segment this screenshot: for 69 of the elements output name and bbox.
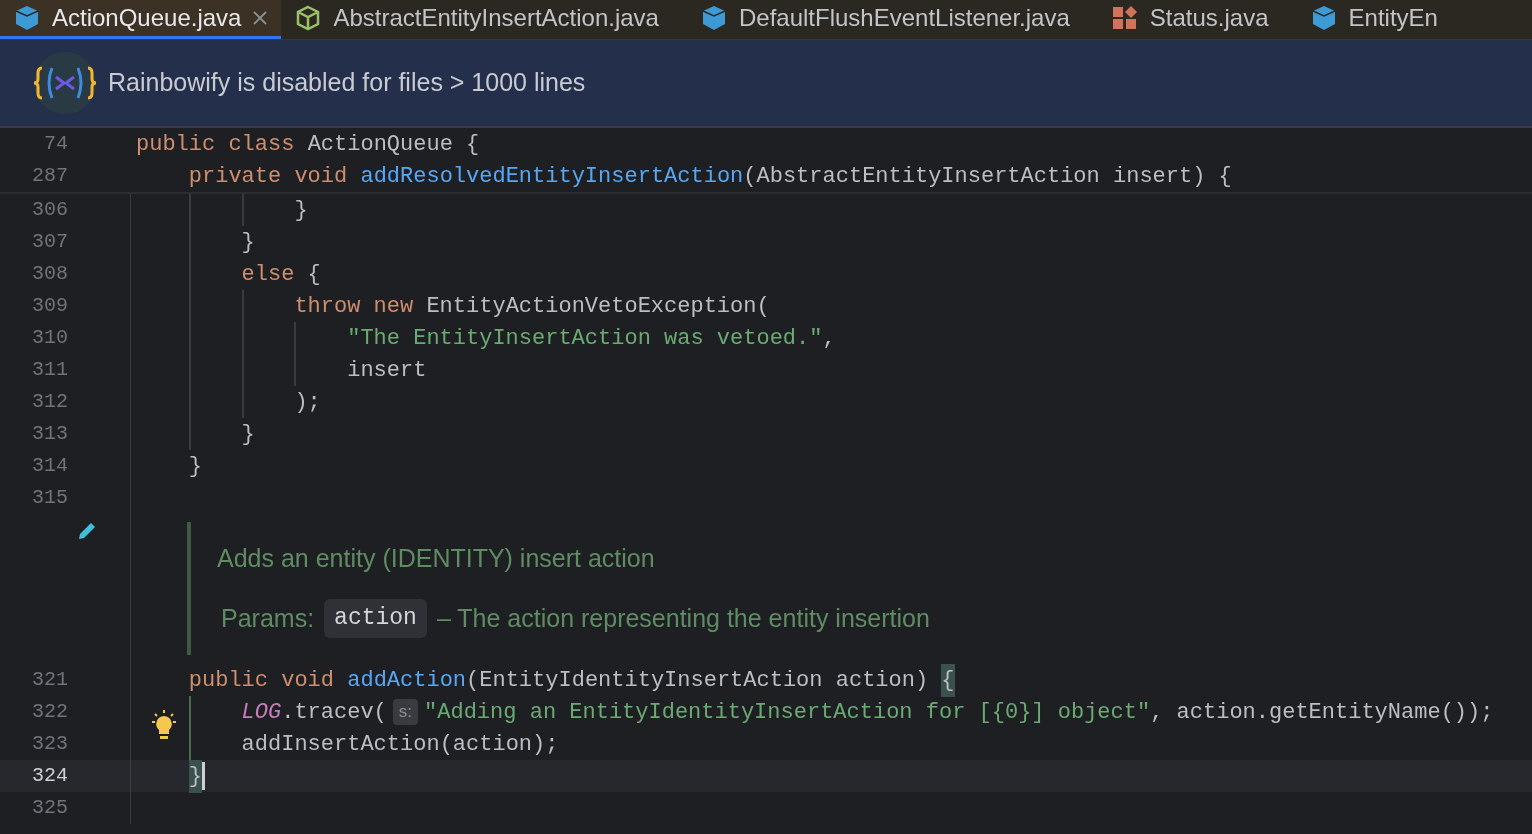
tab-label: AbstractEntityInsertAction.java	[333, 3, 659, 33]
line-number: 324	[31, 763, 68, 789]
code-text: ActionQueue {	[307, 130, 480, 159]
line-number: 321	[31, 667, 68, 693]
tab-label: ActionQueue.java	[52, 3, 242, 33]
outlined-cube-icon	[295, 5, 322, 31]
file-tab[interactable]: Status.java	[1097, 0, 1297, 39]
pencil-icon[interactable]	[76, 520, 98, 542]
code-text: EntityActionVetoException(	[426, 292, 770, 321]
keyword: private void	[188, 162, 348, 191]
line-number: 322	[31, 699, 68, 725]
keyword: else	[241, 260, 295, 289]
code-text: }	[241, 228, 255, 257]
keyword: public class	[136, 130, 295, 159]
params-label: Params:	[221, 602, 315, 634]
code-text: .tracev(	[281, 698, 387, 727]
param-name: action	[324, 599, 427, 638]
tab-label: EntityEn	[1348, 3, 1438, 33]
string-literal: "The EntityInsertAction was vetoed."	[347, 324, 823, 353]
cube-icon	[1310, 5, 1337, 31]
code-text: , action.getEntityName());	[1150, 698, 1494, 727]
line-number: 310	[31, 325, 68, 351]
line-number: 315	[31, 485, 68, 511]
file-tab[interactable]: ActionQueue.java	[0, 0, 282, 39]
tab-label: DefaultFlushEventListener.java	[738, 3, 1070, 33]
line-number: 325	[31, 795, 68, 821]
parameter-hint: s:	[392, 699, 419, 725]
line-number: 311	[31, 357, 68, 383]
cube-icon	[700, 5, 727, 31]
matched-brace: {	[941, 663, 955, 697]
notification-text: Rainbowify is disabled for files > 1000 lines	[108, 67, 586, 99]
line-number: 314	[31, 453, 68, 479]
code-text: addInsertAction(action);	[241, 730, 559, 759]
doc-summary: Adds an entity (IDENTITY) insert action	[217, 542, 656, 574]
line-number: 313	[31, 421, 68, 447]
line-number: 287	[31, 163, 68, 189]
cube-icon	[14, 5, 40, 31]
line-number: 309	[31, 293, 68, 319]
line-number: 74	[43, 131, 68, 157]
code-text: {	[307, 260, 321, 289]
method-name: addResolvedEntityInsertAction	[360, 162, 744, 191]
code-text: }	[188, 452, 202, 481]
line-number: 312	[31, 389, 68, 415]
code-text: (AbstractEntityInsertAction insert) {	[743, 162, 1232, 191]
code-text: }	[294, 196, 308, 225]
static-field: LOG	[241, 695, 282, 729]
code-text: }	[241, 420, 255, 449]
rainbow-brackets-logo-icon	[32, 50, 98, 116]
keyword: throw new	[294, 292, 414, 321]
close-icon[interactable]	[253, 11, 268, 25]
keyword: public void	[188, 666, 335, 695]
matched-brace: }	[188, 759, 202, 793]
file-tab[interactable]: DefaultFlushEventListener.java	[686, 0, 1098, 39]
method-name: addAction	[347, 666, 467, 695]
code-text: ,	[822, 324, 836, 353]
tab-label: Status.java	[1149, 3, 1269, 33]
blocks-icon	[1111, 5, 1138, 31]
line-number: 306	[31, 197, 68, 223]
code-text: insert	[347, 356, 427, 385]
line-number: 307	[31, 229, 68, 255]
code-text: (EntityIdentityInsertAction action)	[466, 666, 929, 695]
file-tab[interactable]: EntityEn	[1296, 0, 1466, 39]
file-tab[interactable]: AbstractEntityInsertAction.java	[281, 0, 687, 39]
lightbulb-icon[interactable]	[149, 710, 179, 742]
line-number: 308	[31, 261, 68, 287]
string-literal: "Adding an EntityIdentityInsertAction for [{0}] object"	[424, 698, 1151, 727]
param-description: – The action representing the entity insertion	[436, 602, 930, 634]
code-text: );	[294, 388, 321, 417]
line-number: 323	[31, 731, 68, 757]
